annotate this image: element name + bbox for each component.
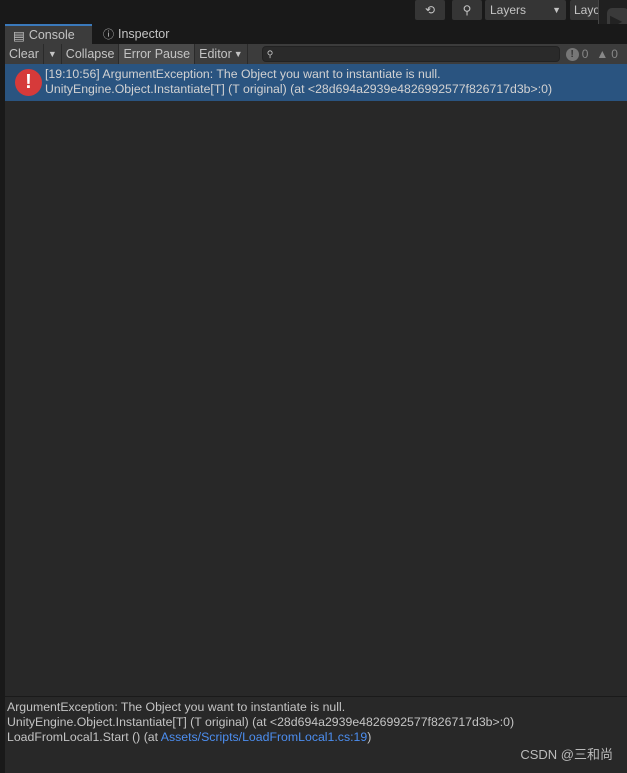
history-icon: ⟲ xyxy=(424,3,436,17)
history-button[interactable]: ⟲ xyxy=(415,0,445,20)
info-icon: ⓘ xyxy=(103,29,114,41)
tab-console[interactable]: ▤ Console xyxy=(5,24,92,44)
warning-count-toggle[interactable]: ▲ 0 xyxy=(596,47,618,61)
error-count-toggle[interactable]: ! 0 xyxy=(565,47,588,61)
log-entry[interactable]: ! [19:10:56] ArgumentException: The Obje… xyxy=(5,64,627,101)
detail-stack-line: LoadFromLocal1.Start () (at xyxy=(7,730,161,744)
log-detail-panel: ArgumentException: The Object you want t… xyxy=(5,696,627,773)
source-link[interactable]: Assets/Scripts/LoadFromLocal1.cs:19 xyxy=(161,730,367,744)
watermark: CSDN @三和尚 xyxy=(520,747,613,762)
error-pause-button[interactable]: Error Pause xyxy=(119,44,196,64)
chevron-down-icon: ▼ xyxy=(552,5,561,15)
search-input[interactable]: ⚲ xyxy=(261,46,560,62)
search-icon: ⚲ xyxy=(266,48,274,59)
search-button[interactable]: ⚲ xyxy=(452,0,482,20)
console-icon: ▤ xyxy=(13,28,25,43)
collapse-button[interactable]: Collapse xyxy=(62,44,120,64)
tab-bar: ▤ Console ⓘ Inspector xyxy=(5,24,627,44)
clear-button[interactable]: Clear xyxy=(5,44,44,64)
detail-message: ArgumentException: The Object you want t… xyxy=(7,700,346,714)
chevron-down-icon: ▼ xyxy=(233,49,243,59)
layers-dropdown[interactable]: Layers ▼ xyxy=(485,0,566,20)
log-message: [19:10:56] ArgumentException: The Object… xyxy=(45,67,441,81)
detail-stack-line: UnityEngine.Object.Instantiate[T] (T ori… xyxy=(7,715,515,729)
warning-icon: ▲ xyxy=(596,47,609,61)
error-icon: ! xyxy=(15,69,42,96)
error-icon: ! xyxy=(565,47,579,61)
tab-inspector[interactable]: ⓘ Inspector xyxy=(95,24,185,44)
log-stacktrace: UnityEngine.Object.Instantiate[T] (T ori… xyxy=(45,82,553,96)
clear-options-dropdown[interactable]: ▼ xyxy=(44,44,62,64)
console-toolbar: Clear ▼ Collapse Error Pause Editor ▼ ⚲ !… xyxy=(5,44,627,64)
chevron-down-icon: ▼ xyxy=(47,49,57,59)
search-icon: ⚲ xyxy=(462,3,472,17)
editor-dropdown[interactable]: Editor ▼ xyxy=(195,44,248,64)
log-list[interactable]: ! [19:10:56] ArgumentException: The Obje… xyxy=(5,64,627,696)
